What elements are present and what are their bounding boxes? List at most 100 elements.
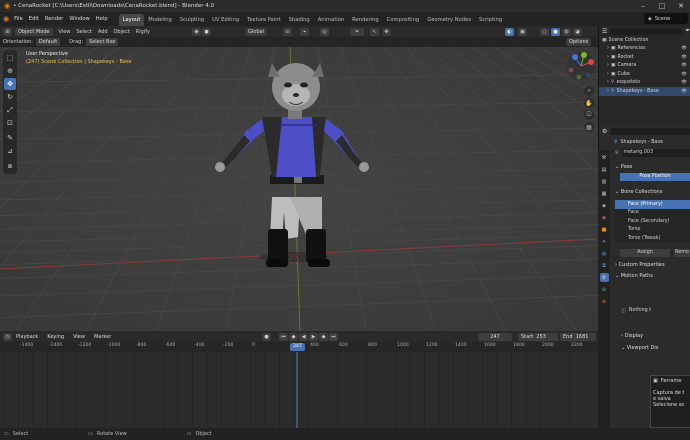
cursor-icon[interactable]: ↖ <box>370 27 379 36</box>
xray-icon[interactable]: ▣ <box>518 27 527 36</box>
menu-add[interactable]: Add <box>95 29 111 35</box>
visibility-eye-icon[interactable]: 👁 <box>681 72 687 77</box>
menu-keying[interactable]: Keying <box>44 333 67 341</box>
visibility-icon[interactable]: ◉ <box>192 27 201 36</box>
outliner-item[interactable]: › ▣ Referencias 👁 <box>599 45 690 54</box>
minimize-icon[interactable]: – <box>634 0 652 12</box>
outliner-root[interactable]: ▣ Scene Collection <box>599 36 690 45</box>
end-frame-field[interactable]: End 1681 <box>560 332 596 341</box>
current-frame-field[interactable]: 247 <box>478 332 512 341</box>
expand-arrow-icon[interactable]: › <box>607 72 609 77</box>
jump-end-icon[interactable]: ⏭ <box>329 332 338 341</box>
transform-tool-icon[interactable]: ⊡ <box>4 117 16 129</box>
tab-sculpting[interactable]: Sculpting <box>176 14 208 26</box>
bone-tab-icon[interactable]: ⊘ <box>600 285 609 294</box>
tab-geometry-nodes[interactable]: Geometry Nodes <box>423 14 475 26</box>
blender-menu-icon[interactable]: ◉ <box>3 15 9 23</box>
tab-compositing[interactable]: Compositing <box>383 14 424 26</box>
pan-icon[interactable]: ✋ <box>584 98 594 108</box>
viewport-display-section[interactable]: ⌄ Viewport Dis <box>599 344 690 353</box>
tab-texture-paint[interactable]: Texture Paint <box>243 14 284 26</box>
render-tab-icon[interactable]: ▤ <box>600 165 609 174</box>
armature-tab-icon[interactable]: ⚲ <box>599 273 609 282</box>
timeline-editor-icon[interactable]: ◷ <box>3 332 12 341</box>
overlays-icon[interactable]: ◐ <box>505 27 514 36</box>
options-dropdown[interactable]: Options <box>566 38 592 46</box>
properties-search[interactable] <box>610 127 690 135</box>
menu-help[interactable]: Help <box>93 12 111 26</box>
x-axis-icon[interactable] <box>588 59 594 65</box>
menu-select[interactable]: Select <box>73 29 94 35</box>
close-icon[interactable]: ✕ <box>672 0 690 12</box>
menu-view[interactable]: View <box>56 29 74 35</box>
solid-shading-icon[interactable]: ● <box>551 27 560 36</box>
visibility-eye-icon[interactable]: 👁 <box>681 89 687 94</box>
annotate-tool-icon[interactable]: ✎ <box>4 132 16 144</box>
play-icon[interactable]: ▶ <box>309 332 318 341</box>
pose-section[interactable]: ⌄ Pose <box>599 162 690 171</box>
expand-arrow-icon[interactable]: › <box>607 63 609 68</box>
editor-type-icon[interactable]: ⊞ <box>3 27 12 36</box>
filter-icon[interactable]: ⏷ <box>685 27 690 35</box>
menu-rigify[interactable]: Rigify <box>133 29 153 35</box>
rendered-shading-icon[interactable]: ◕ <box>573 27 582 36</box>
visibility-eye-icon[interactable]: 👁 <box>681 46 687 51</box>
tab-shading[interactable]: Shading <box>285 14 314 26</box>
object-tab-icon[interactable]: ■ <box>600 225 609 234</box>
drag-dropdown[interactable]: Select Box <box>86 38 119 46</box>
pose-position-button[interactable]: Pose Position <box>620 173 690 181</box>
y-axis-icon[interactable] <box>581 52 587 58</box>
outliner-item[interactable]: › ▣ Cube 👁 <box>599 70 690 79</box>
outliner-item[interactable]: › ▣ Camera 👁 <box>599 62 690 71</box>
menu-render[interactable]: Render <box>42 12 66 26</box>
expand-arrow-icon[interactable]: › <box>607 46 609 51</box>
menu-playback[interactable]: Playback <box>13 333 41 341</box>
mode-dropdown[interactable]: Object Mode <box>15 27 53 36</box>
visibility-eye-icon[interactable]: 👁 <box>681 80 687 85</box>
bone-constraint-tab-icon[interactable]: ⊗ <box>600 297 609 306</box>
expand-arrow-icon[interactable]: › <box>607 55 609 60</box>
playhead-label[interactable]: 247 <box>290 343 305 351</box>
tab-uv-editing[interactable]: UV Editing <box>208 14 243 26</box>
filter-icon[interactable]: ⏷ <box>350 27 364 36</box>
bone-collections-section[interactable]: ⌄ Bone Collections <box>599 187 690 196</box>
prev-key-icon[interactable]: ◆ <box>289 332 298 341</box>
select-box-tool-icon[interactable]: ⬚ <box>4 52 16 64</box>
jump-start-icon[interactable]: ⏮ <box>279 332 288 341</box>
outliner-item[interactable]: › ⚲ Shapekeys - Base 👁 <box>599 87 690 96</box>
bone-collection-item[interactable]: Torso (Tweak) <box>615 234 690 243</box>
timeline-ruler[interactable]: -1400 -1400 -1200 -1000 -800 -600 -400 -200 0 400… <box>0 342 598 352</box>
transform-orientation-dropdown[interactable]: Global <box>245 27 267 36</box>
tab-modeling[interactable]: Modeling <box>144 14 176 26</box>
drag-icon[interactable]: ✥ <box>382 27 391 36</box>
overlay-color-icon[interactable]: ● <box>202 27 211 36</box>
remove-button[interactable]: Remo <box>674 248 690 257</box>
outliner-item[interactable]: › ⚲ esqueleto 👁 <box>599 79 690 88</box>
view-layer-tab-icon[interactable]: ▦ <box>600 189 609 198</box>
tab-layout[interactable]: Layout <box>118 13 145 26</box>
assign-button[interactable]: Assign <box>620 248 670 257</box>
navigation-gizmo[interactable] <box>566 51 596 81</box>
outliner-search[interactable] <box>610 27 683 35</box>
bone-collection-item[interactable]: Face (Secondary) <box>615 217 690 226</box>
perspective-toggle-icon[interactable]: ▦ <box>584 122 594 132</box>
custom-properties-section[interactable]: › Custom Properties <box>599 261 690 270</box>
z-axis-icon[interactable] <box>572 54 578 60</box>
scene-tab-icon[interactable]: ◈ <box>600 201 609 210</box>
menu-file[interactable]: File <box>11 12 26 26</box>
rotate-tool-icon[interactable]: ↻ <box>4 91 16 103</box>
menu-timeline-view[interactable]: View <box>70 333 88 341</box>
armature-data-field[interactable]: metarig.003 <box>621 149 690 157</box>
output-tab-icon[interactable]: ▥ <box>600 177 609 186</box>
notification-popup[interactable]: ▣ Ferrame Captura de t e salva Selecione … <box>650 375 690 428</box>
menu-object[interactable]: Object <box>111 29 133 35</box>
menu-edit[interactable]: Edit <box>26 12 42 26</box>
properties-editor-icon[interactable]: ⚙ <box>602 128 607 135</box>
move-tool-icon[interactable]: ✥ <box>4 78 16 90</box>
zoom-icon[interactable]: ⌕ <box>584 86 594 96</box>
orientation-dropdown[interactable]: Default <box>35 38 61 46</box>
scale-tool-icon[interactable]: ⤢ <box>4 104 16 116</box>
physics-tab-icon[interactable]: ◍ <box>600 249 609 258</box>
wireframe-shading-icon[interactable]: ○ <box>540 27 549 36</box>
next-key-icon[interactable]: ◆ <box>319 332 328 341</box>
